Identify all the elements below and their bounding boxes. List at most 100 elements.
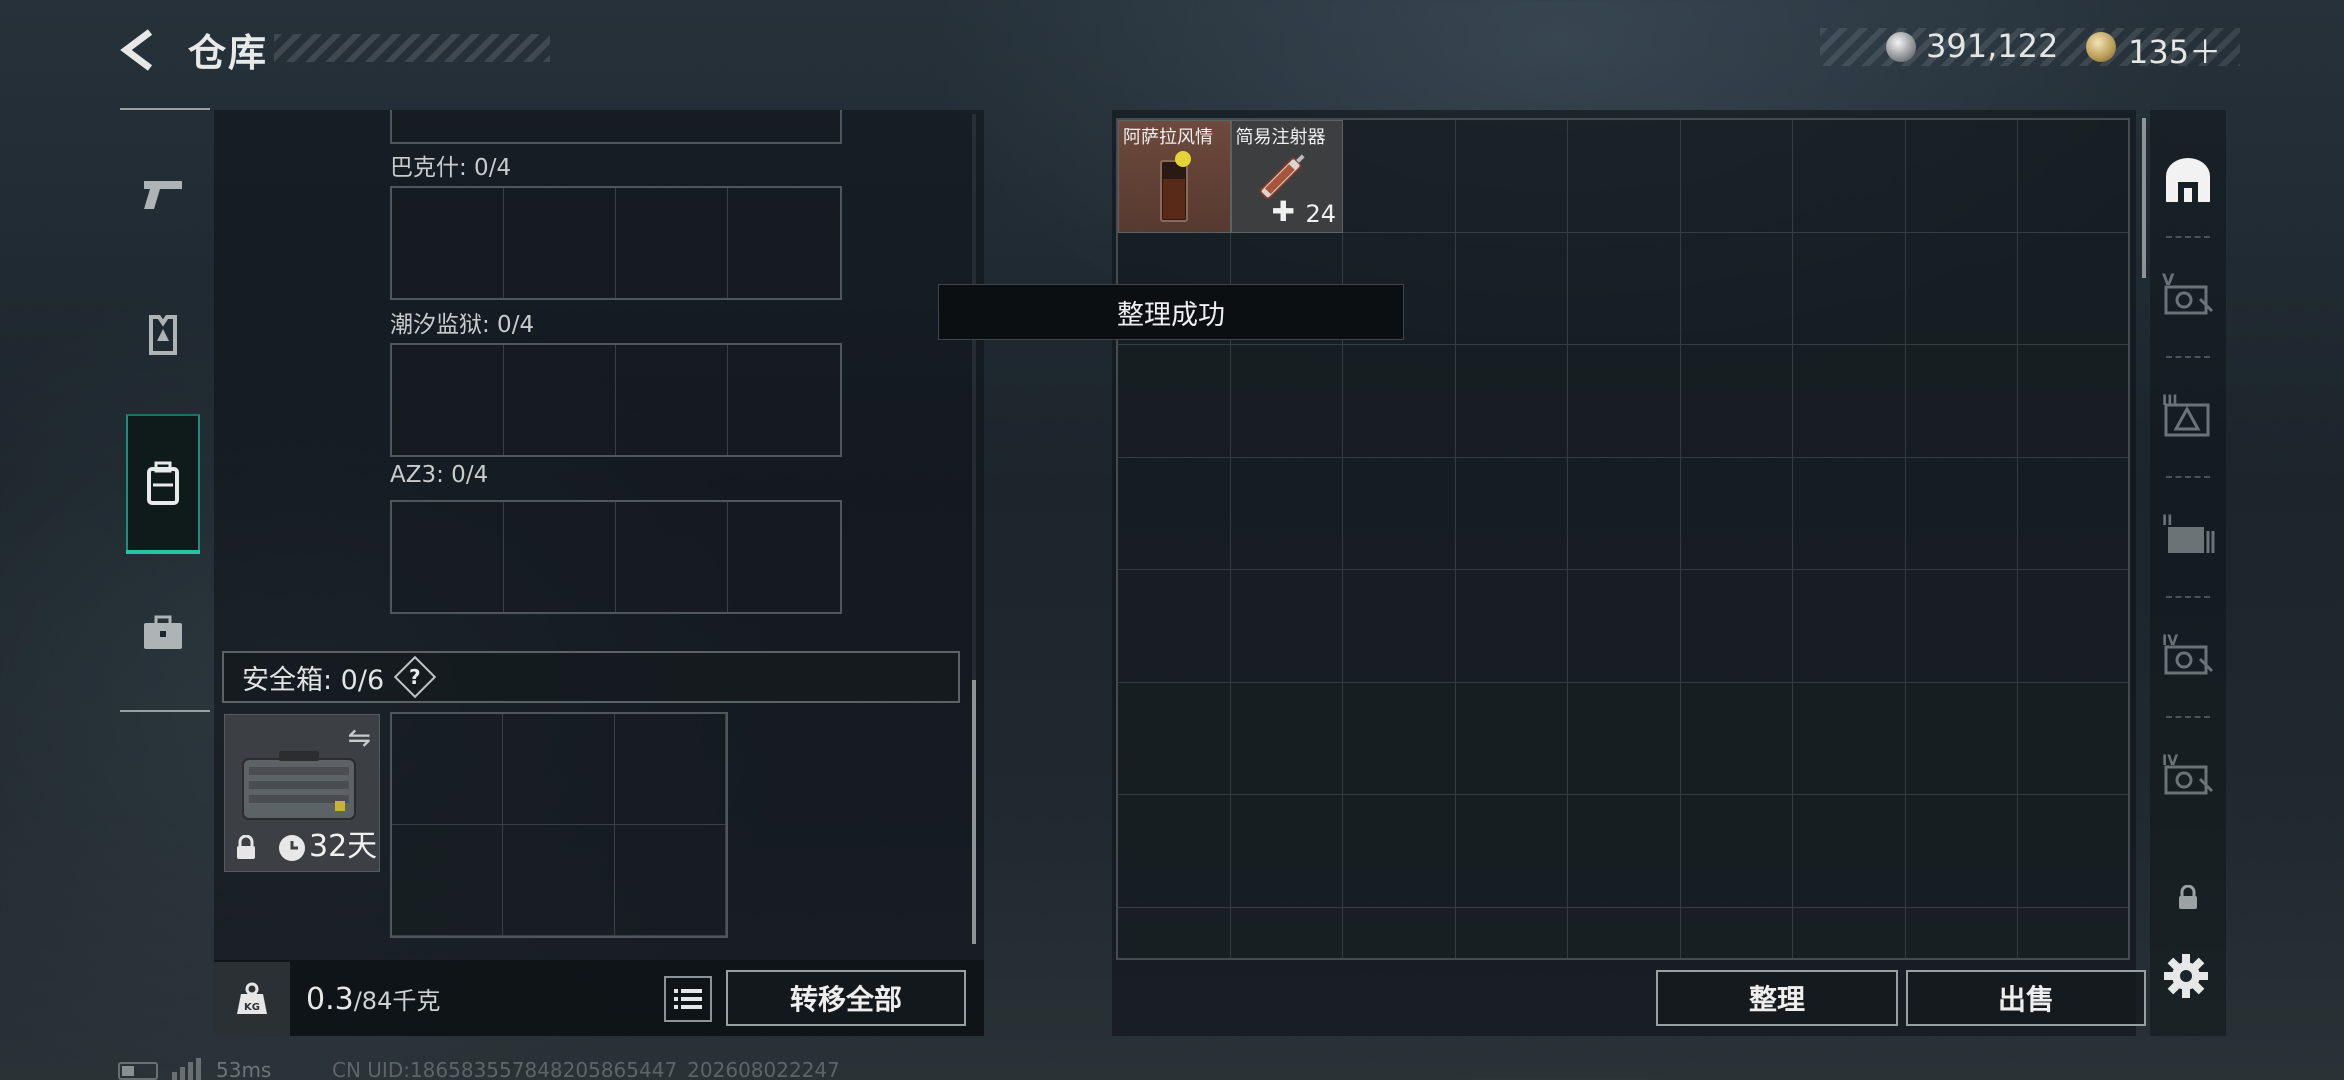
stash-cell[interactable] bbox=[1680, 907, 1793, 958]
stash-cell[interactable] bbox=[1793, 120, 1906, 233]
stash-cell[interactable] bbox=[2018, 907, 2128, 958]
stash-cell[interactable] bbox=[1568, 907, 1681, 958]
sort-button[interactable]: 整理 bbox=[1656, 970, 1898, 1026]
stash-cell[interactable] bbox=[1905, 570, 2018, 683]
stash-item-simple-injector[interactable]: 简易注射器 ✚ 24 bbox=[1230, 120, 1343, 233]
stash-cell[interactable] bbox=[1230, 457, 1343, 570]
stash-cell[interactable] bbox=[1455, 232, 1568, 345]
stash-cell[interactable] bbox=[2018, 120, 2128, 233]
stash-cell[interactable] bbox=[1455, 457, 1568, 570]
stash-cell[interactable] bbox=[1118, 570, 1231, 683]
stash-cell[interactable] bbox=[1793, 570, 1906, 683]
stash-cell[interactable] bbox=[1343, 345, 1456, 458]
stash-cell[interactable] bbox=[1455, 345, 1568, 458]
tier-item-ii[interactable]: II bbox=[2152, 498, 2224, 570]
slot-grid-az3[interactable] bbox=[390, 500, 842, 614]
back-button[interactable] bbox=[112, 24, 164, 76]
tier-item-locked[interactable] bbox=[2152, 862, 2224, 934]
stash-cell[interactable] bbox=[1455, 795, 1568, 908]
stash-cell[interactable] bbox=[1118, 907, 1231, 958]
stash-cell[interactable] bbox=[1905, 907, 2018, 958]
stash-cell[interactable] bbox=[1568, 457, 1681, 570]
stash-cell[interactable] bbox=[1793, 232, 1906, 345]
safe-box-item[interactable]: ⇋ 32天 bbox=[224, 714, 380, 872]
stash-cell[interactable] bbox=[1905, 120, 2018, 233]
stash-cell[interactable] bbox=[1343, 120, 1456, 233]
stash-item-asala-style[interactable]: 阿萨拉风情 bbox=[1118, 120, 1231, 233]
tier-divider bbox=[2166, 716, 2210, 718]
stash-cell[interactable] bbox=[1568, 232, 1681, 345]
stash-cell[interactable] bbox=[1230, 345, 1343, 458]
stash-cell[interactable] bbox=[2018, 457, 2128, 570]
help-button[interactable]: ? bbox=[393, 655, 437, 699]
stash-cell[interactable] bbox=[1680, 457, 1793, 570]
stash-cell[interactable] bbox=[1793, 345, 1906, 458]
stash-grid[interactable]: 阿萨拉风情 简易注射器 ✚ 24 bbox=[1116, 118, 2130, 960]
transfer-all-button[interactable]: 转移全部 bbox=[726, 970, 966, 1026]
stash-cell[interactable] bbox=[1343, 795, 1456, 908]
stash-cell[interactable] bbox=[1793, 457, 1906, 570]
tier-item-iii[interactable]: III bbox=[2152, 378, 2224, 450]
stash-cell[interactable] bbox=[1455, 682, 1568, 795]
sell-button[interactable]: 出售 bbox=[1906, 970, 2146, 1026]
stash-cell[interactable] bbox=[1568, 345, 1681, 458]
stash-cell[interactable] bbox=[1568, 682, 1681, 795]
stash-cell[interactable] bbox=[1343, 570, 1456, 683]
slot-grid-bakesh[interactable] bbox=[390, 186, 842, 300]
stash-cell[interactable] bbox=[1905, 795, 2018, 908]
stash-cell[interactable] bbox=[1230, 570, 1343, 683]
rail-item-backpack[interactable] bbox=[126, 414, 200, 554]
tier-item-iv-a[interactable]: IV bbox=[2152, 618, 2224, 690]
stash-cell[interactable] bbox=[1343, 907, 1456, 958]
stash-cell[interactable] bbox=[1680, 232, 1793, 345]
stash-cell[interactable] bbox=[1230, 682, 1343, 795]
stash-cell[interactable] bbox=[1680, 570, 1793, 683]
stash-cell[interactable] bbox=[2018, 345, 2128, 458]
stash-cell[interactable] bbox=[1793, 795, 1906, 908]
stash-cell[interactable] bbox=[1680, 120, 1793, 233]
stash-cell[interactable] bbox=[1343, 682, 1456, 795]
stash-cell[interactable] bbox=[1118, 795, 1231, 908]
list-view-button[interactable] bbox=[664, 976, 712, 1022]
stash-cell[interactable] bbox=[1230, 795, 1343, 908]
stash-cell[interactable] bbox=[2018, 232, 2128, 345]
safe-box-grid[interactable] bbox=[390, 712, 728, 938]
stash-cell[interactable] bbox=[1118, 345, 1231, 458]
stash-cell[interactable] bbox=[1793, 682, 1906, 795]
stash-cell[interactable] bbox=[1793, 907, 1906, 958]
rail-item-weapons[interactable] bbox=[126, 156, 200, 230]
tier-item-iv-b[interactable]: IV bbox=[2152, 738, 2224, 810]
tier-item-storage[interactable] bbox=[2152, 144, 2224, 216]
stash-cell[interactable] bbox=[1905, 232, 2018, 345]
stash-cell[interactable] bbox=[1455, 907, 1568, 958]
stash-cell[interactable] bbox=[1568, 570, 1681, 683]
stash-cell[interactable] bbox=[2018, 682, 2128, 795]
stash-cell[interactable] bbox=[1455, 120, 1568, 233]
stash-cell[interactable] bbox=[1118, 457, 1231, 570]
stash-scrollbar-thumb[interactable] bbox=[2142, 118, 2146, 278]
rail-item-case[interactable] bbox=[126, 596, 200, 670]
stash-cell[interactable] bbox=[1568, 120, 1681, 233]
slot-grid-tidal-prison[interactable] bbox=[390, 343, 842, 457]
stash-cell[interactable] bbox=[1230, 907, 1343, 958]
stash-cell[interactable] bbox=[1680, 795, 1793, 908]
stash-cell[interactable] bbox=[1905, 682, 2018, 795]
gold-amount[interactable]: 135＋ bbox=[2128, 27, 2221, 73]
stash-cell[interactable] bbox=[1905, 345, 2018, 458]
stash-cell[interactable] bbox=[1905, 457, 2018, 570]
tier-item-v[interactable]: V bbox=[2152, 258, 2224, 330]
rail-item-armor[interactable] bbox=[126, 298, 200, 372]
stash-cell[interactable] bbox=[2018, 795, 2128, 908]
settings-button[interactable] bbox=[2160, 950, 2212, 1002]
stash-cell[interactable] bbox=[1568, 795, 1681, 908]
container-scrollbar-thumb[interactable] bbox=[972, 680, 976, 944]
stash-cell[interactable] bbox=[2018, 570, 2128, 683]
swap-icon[interactable]: ⇋ bbox=[348, 721, 371, 754]
stash-cell[interactable] bbox=[1343, 457, 1456, 570]
slot-grid-partial[interactable] bbox=[390, 110, 842, 144]
stash-cell[interactable] bbox=[1680, 682, 1793, 795]
stash-cell[interactable] bbox=[1118, 682, 1231, 795]
stash-cell[interactable] bbox=[1680, 345, 1793, 458]
stash-cell[interactable] bbox=[1455, 570, 1568, 683]
toast-message: 整理成功 bbox=[938, 284, 1404, 340]
